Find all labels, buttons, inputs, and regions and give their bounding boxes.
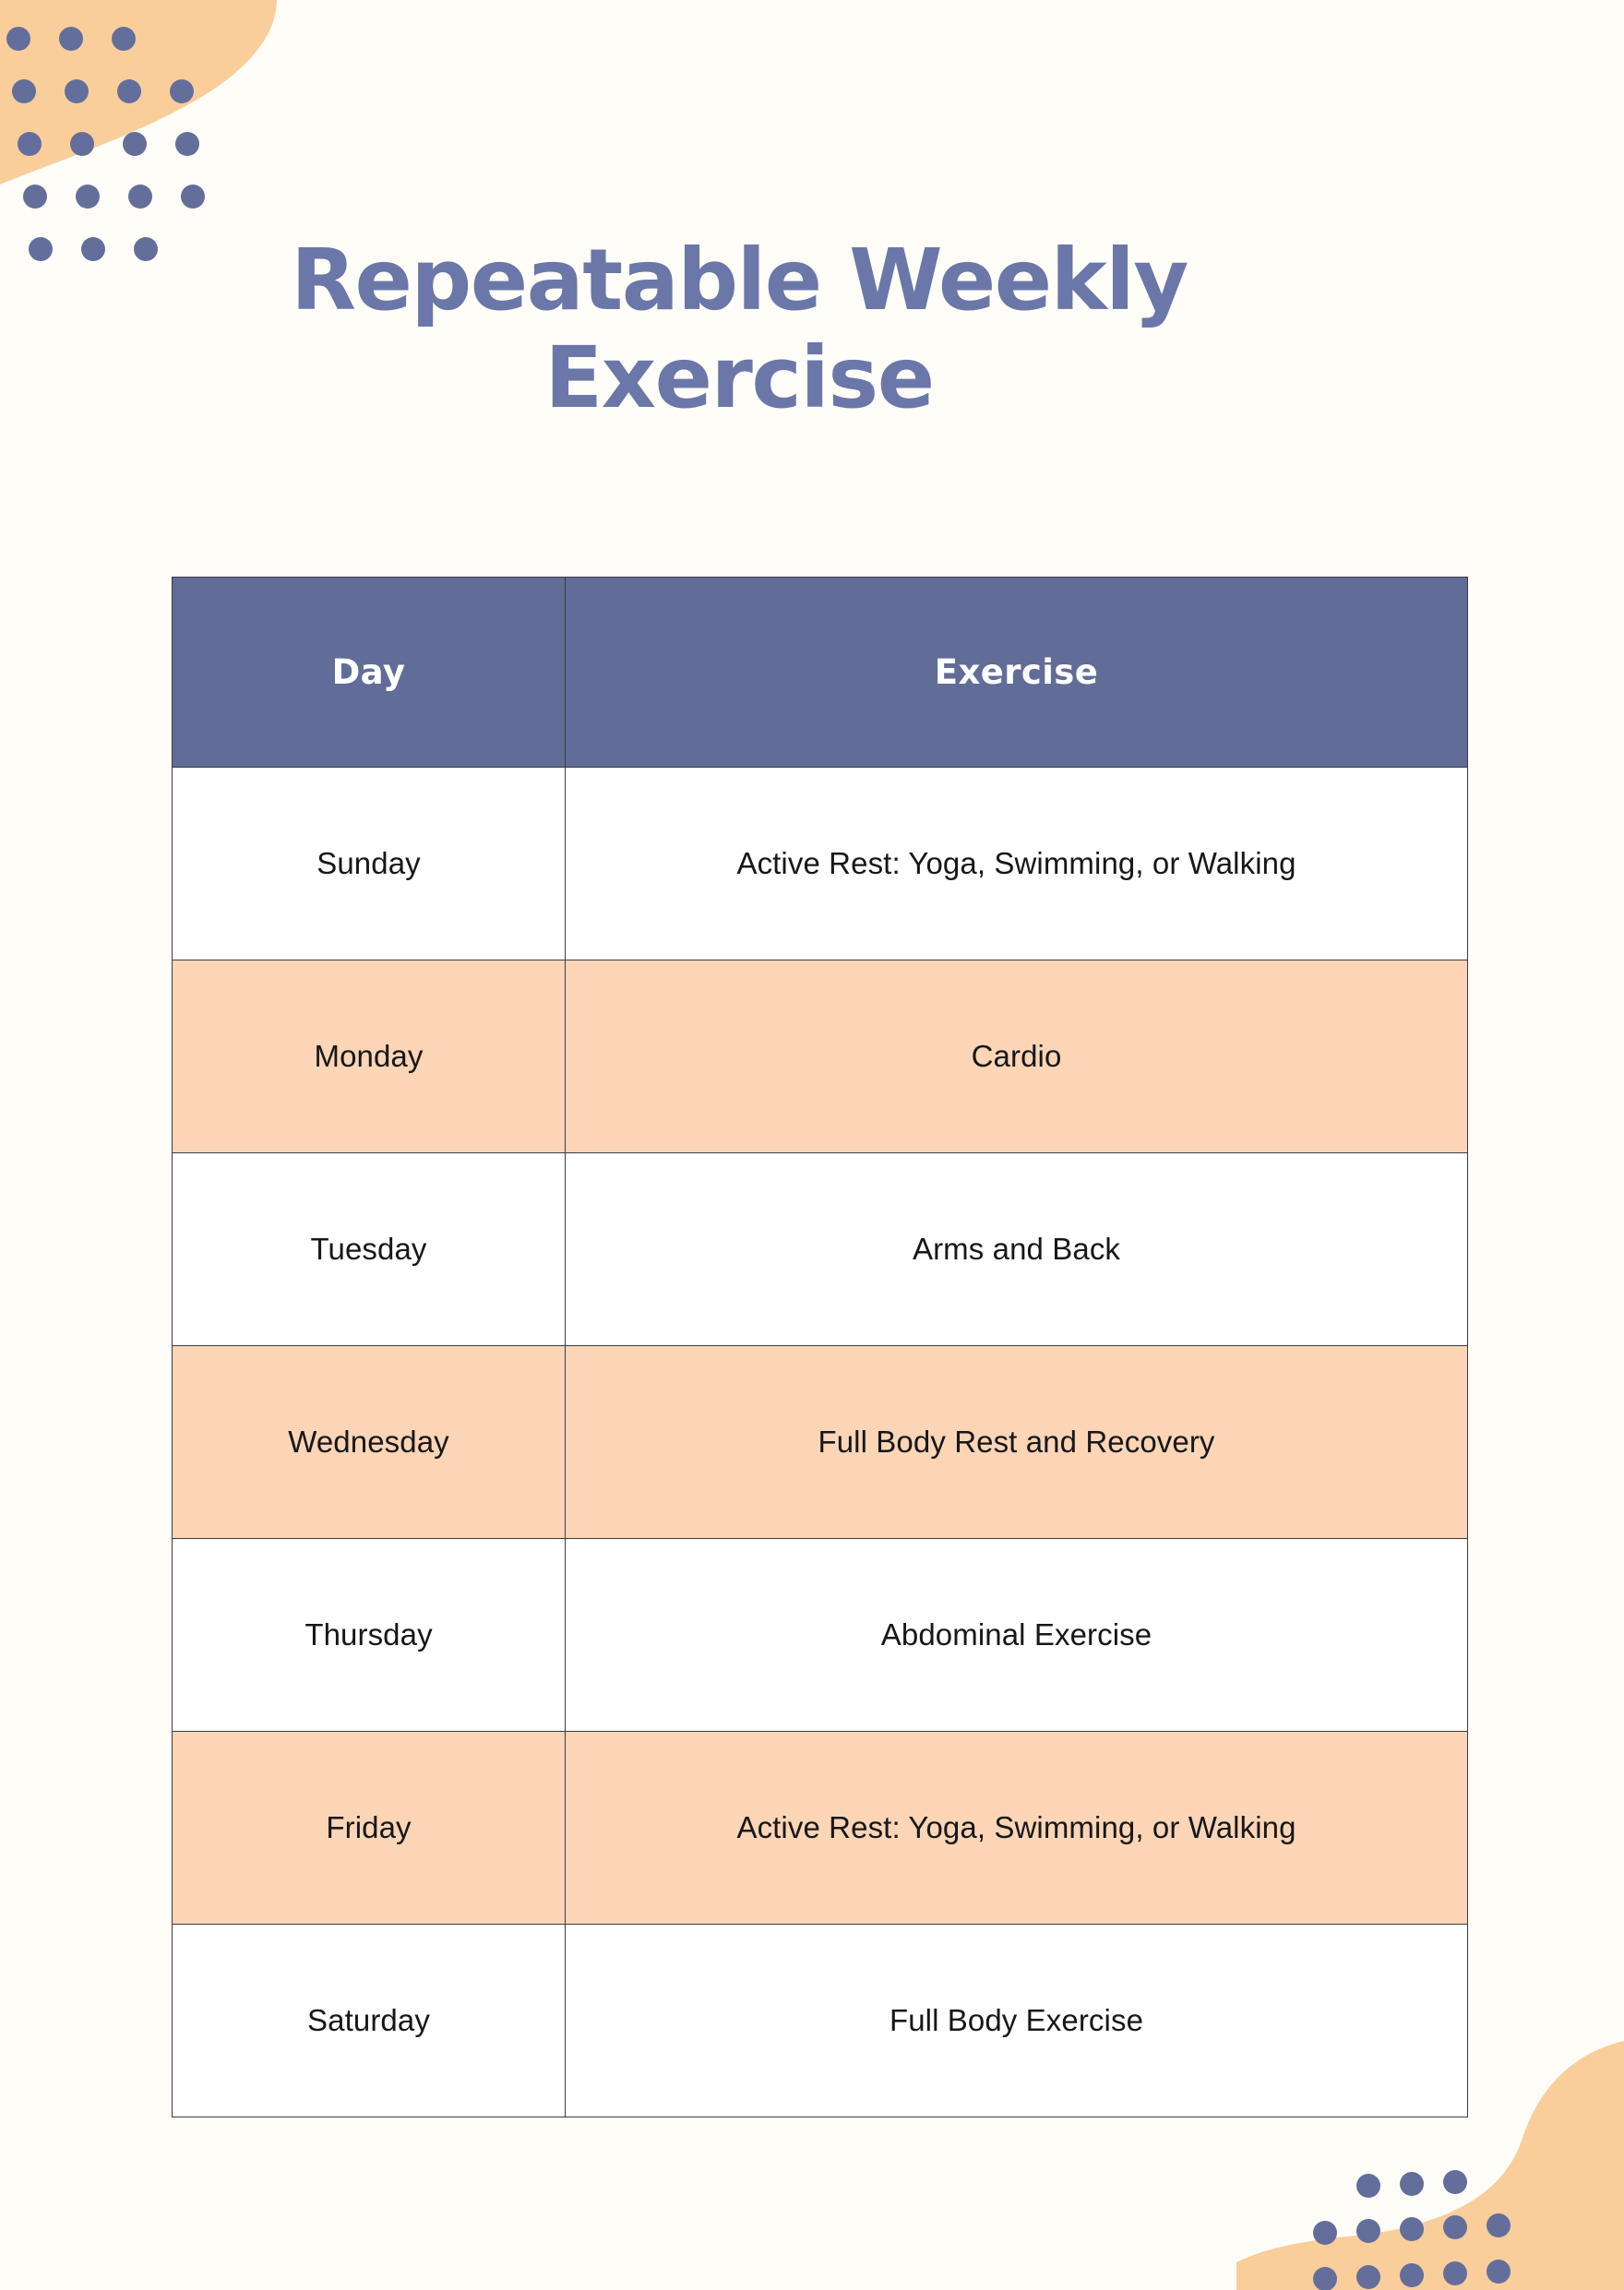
cell-exercise: Cardio <box>565 960 1468 1153</box>
cell-exercise: Active Rest: Yoga, Swimming, or Walking <box>565 1731 1468 1925</box>
dot-grid-top-left <box>6 27 205 261</box>
cell-day: Thursday <box>172 1538 566 1732</box>
cell-exercise: Abdominal Exercise <box>565 1538 1468 1732</box>
dot-grid-bottom-right <box>1313 2170 1511 2290</box>
cell-day: Sunday <box>172 767 566 960</box>
table-row: Sunday Active Rest: Yoga, Swimming, or Wa… <box>172 767 1468 960</box>
cell-day: Friday <box>172 1731 566 1925</box>
table-row: Monday Cardio <box>172 960 1468 1153</box>
page-title-line-1: Repeatable Weekly <box>291 231 1188 329</box>
table-header: Day Exercise <box>172 577 1468 768</box>
cell-day: Wednesday <box>172 1345 566 1539</box>
table-row: Friday Active Rest: Yoga, Swimming, or Wa… <box>172 1731 1468 1925</box>
table-row: Saturday Full Body Exercise <box>172 1924 1468 2117</box>
column-header-exercise: Exercise <box>565 577 1468 768</box>
table-row: Wednesday Full Body Rest and Recovery <box>172 1345 1468 1539</box>
table-header-row: Day Exercise <box>172 577 1468 768</box>
cell-exercise: Active Rest: Yoga, Swimming, or Walking <box>565 767 1468 960</box>
cell-exercise: Full Body Rest and Recovery <box>565 1345 1468 1539</box>
poster-canvas: Repeatable Weekly Exercise Day Exercise … <box>0 0 1624 2290</box>
table-row: Tuesday Arms and Back <box>172 1152 1468 1346</box>
cell-day: Monday <box>172 960 566 1153</box>
weekly-exercise-table: Day Exercise Sunday Active Rest: Yoga, Sw… <box>172 577 1468 2117</box>
page-title-line-2: Exercise <box>544 328 935 427</box>
peach-blob-top-left <box>0 0 277 185</box>
cell-day: Tuesday <box>172 1152 566 1346</box>
column-header-day: Day <box>172 577 566 768</box>
cell-exercise: Arms and Back <box>565 1152 1468 1346</box>
cell-exercise: Full Body Exercise <box>565 1924 1468 2117</box>
page-title: Repeatable Weekly Exercise <box>172 238 1307 421</box>
cell-day: Saturday <box>172 1924 566 2117</box>
table-body: Sunday Active Rest: Yoga, Swimming, or Wa… <box>172 767 1468 2117</box>
table-row: Thursday Abdominal Exercise <box>172 1538 1468 1732</box>
